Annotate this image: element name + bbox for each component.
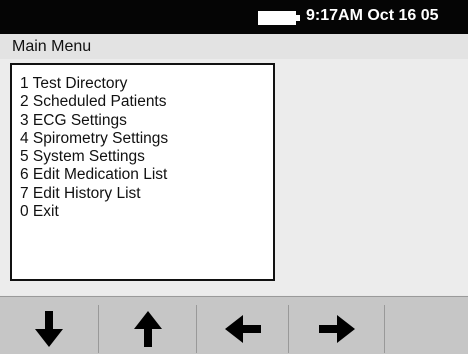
menu-item-test-directory[interactable]: 1 Test Directory (20, 75, 168, 93)
clock-date: 9:17AM Oct 16 05 (306, 7, 439, 24)
softkey-right-button[interactable] (288, 305, 384, 353)
arrow-up-icon (133, 311, 162, 347)
battery-tip (296, 15, 300, 21)
menu-item-scheduled-patients[interactable]: 2 Scheduled Patients (20, 93, 168, 111)
menu-list: 1 Test Directory 2 Scheduled Patients 3 … (20, 75, 168, 221)
softkey-blank-button[interactable] (384, 305, 468, 353)
menu-item-edit-medication-list[interactable]: 6 Edit Medication List (20, 166, 168, 184)
menu-item-edit-history-list[interactable]: 7 Edit History List (20, 185, 168, 203)
arrow-left-icon (224, 315, 261, 343)
softkey-left-button[interactable] (196, 305, 288, 353)
page-title: Main Menu (12, 38, 92, 55)
softkey-down-button[interactable] (0, 305, 98, 353)
menu-item-spirometry-settings[interactable]: 4 Spirometry Settings (20, 130, 168, 148)
menu-item-system-settings[interactable]: 5 System Settings (20, 148, 168, 166)
softkey-up-button[interactable] (98, 305, 196, 353)
main-menu-list-box: 1 Test Directory 2 Scheduled Patients 3 … (10, 63, 275, 281)
menu-item-ecg-settings[interactable]: 3 ECG Settings (20, 112, 168, 130)
battery-icon (258, 11, 296, 25)
menu-item-exit[interactable]: 0 Exit (20, 203, 168, 221)
arrow-right-icon (318, 315, 355, 343)
arrow-down-icon (35, 311, 63, 347)
